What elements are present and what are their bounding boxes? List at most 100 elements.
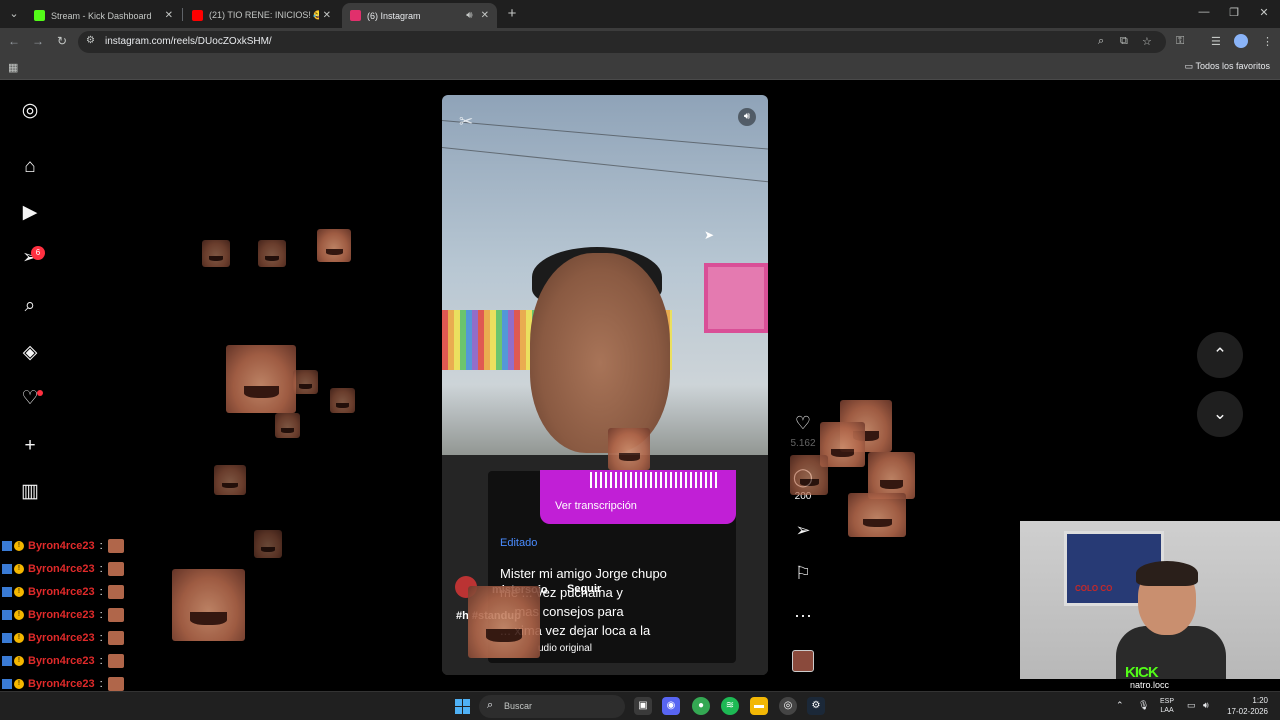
discord-icon[interactable]: ◉ [662,697,680,715]
emote-overlay [468,586,540,658]
chrome-icon[interactable]: ● [692,697,710,715]
emote-overlay [848,493,906,537]
transcript-button[interactable]: Ver transcripción [555,500,637,512]
stream-chat: ! Byron4rce23: ! Byron4rce23: ! Byron4rce23… [2,537,152,707]
extensions-icon[interactable]: ⚿ [1176,35,1184,48]
previous-reel-button[interactable]: ⌃ [1197,332,1243,378]
windows-start-icon[interactable] [455,699,470,714]
close-window-button[interactable]: ✕ [1257,6,1271,19]
reels-icon[interactable]: ▶ [18,201,42,225]
all-bookmarks-label: Todos los favoritos [1195,61,1270,71]
chat-username: Byron4rce23 [28,678,95,690]
emote-overlay [317,229,351,262]
transcript-bar[interactable]: Ver transcripción [540,470,736,524]
profile-avatar[interactable] [1234,34,1248,48]
search-icon: ⌕ [487,699,494,711]
save-icon[interactable]: ⚐ [792,562,814,584]
bookmark-star-icon[interactable]: ☆ [1142,35,1152,48]
language-layout: LAA [1160,707,1174,714]
chat-badge-icon: ! [14,633,24,643]
chat-message: ! Byron4rce23: [2,606,152,624]
tab-youtube[interactable]: (21) TIO RENE: INICIOS! 😂😂 ✕ [184,3,339,28]
poster-text: COLO CO [1075,584,1113,593]
explore-icon[interactable]: ◈ [18,341,42,365]
mouse-cursor-icon: ➤ [704,228,715,242]
share-icon[interactable]: ➢ [792,519,814,541]
chat-emote-icon [107,608,124,622]
file-explorer-icon[interactable]: ▬ [750,697,768,715]
restore-button[interactable]: ❐ [1227,6,1241,19]
back-icon[interactable]: ← [6,34,22,48]
all-bookmarks-link[interactable]: ▭ Todos los favoritos [1185,61,1270,72]
speaker-icon[interactable]: 🔊︎ [466,10,472,21]
more-options-icon[interactable]: ⋯ [792,605,814,627]
reading-list-icon[interactable]: ☰ [1211,35,1221,48]
zoom-icon[interactable]: ⌕ [1098,35,1104,48]
microphone-icon[interactable]: 🎙︎ [1138,700,1149,711]
tab-instagram[interactable]: (6) Instagram 🔊︎ ✕ [342,3,497,28]
address-bar[interactable]: ⚙ instagram.com/reels/DUocZOxkSHM/ ⌕ ⧉ ☆ [78,31,1166,53]
chat-username: Byron4rce23 [28,540,95,552]
chat-message: ! Byron4rce23: [2,537,152,555]
minimize-button[interactable]: — [1197,6,1211,18]
apps-grid-icon[interactable]: ▦ [8,61,18,74]
close-tab-icon[interactable]: ✕ [165,10,173,21]
system-clock[interactable]: 1:20 17-02-2026 [1222,695,1268,717]
language-indicator[interactable]: ESP LAA [1160,697,1174,715]
original-audio[interactable]: udio original [538,643,592,654]
spotify-icon[interactable]: ≋ [721,697,739,715]
site-info-icon[interactable]: ⚙ [86,35,95,46]
dashboard-icon[interactable]: ▥ [18,480,42,504]
caption-line: Mister mi amigo Jorge chupo [500,566,667,581]
network-icon[interactable]: ▭ [1187,700,1196,711]
chat-badge-icon: ! [14,679,24,689]
close-tab-icon[interactable]: ✕ [323,10,331,21]
chat-badge-icon [2,587,12,597]
create-icon[interactable]: + [18,434,42,458]
reload-icon[interactable]: ↻ [54,34,70,48]
edited-label: Editado [500,537,538,549]
tab-search-icon[interactable]: ⌄ [6,6,22,22]
volume-icon[interactable]: 🔊︎ [738,108,756,126]
new-tab-button[interactable]: + [505,5,519,22]
next-reel-button[interactable]: ⌄ [1197,391,1243,437]
follow-button[interactable]: Seguir [567,583,601,595]
chat-badge-icon [2,679,12,689]
chat-emote-icon [107,677,124,691]
power-line [442,120,768,150]
obs-icon[interactable]: ◎ [779,697,797,715]
kick-favicon-icon [34,10,45,21]
home-icon[interactable]: ⌂ [18,155,42,179]
tray-overflow-icon[interactable]: ⌃ [1116,700,1124,711]
power-line [442,147,768,183]
emote-overlay [172,569,245,641]
tab-bar: ⌄ Stream - Kick Dashboard ✕ (21) TIO REN… [0,0,1280,28]
steam-icon[interactable]: ⚙ [807,697,825,715]
like-icon[interactable]: ♡ [792,412,814,434]
windows-taskbar: ⌕ Buscar ▣ ◉ ● ≋ ▬ ◎ ⚙ ⌃ 🎙︎ ESP LAA ▭ 🔊︎… [0,691,1280,720]
language-code: ESP [1160,698,1175,705]
chat-badge-icon [2,610,12,620]
emote-overlay [868,452,915,499]
menu-kebab-icon[interactable]: ⋮ [1262,35,1273,48]
taskbar-search[interactable]: ⌕ Buscar [479,695,625,718]
task-view-icon[interactable]: ▣ [634,697,652,715]
audio-wave-icon [590,472,720,488]
tab-divider [182,8,183,21]
chat-colon: : [99,655,103,667]
url-text[interactable]: instagram.com/reels/DUocZOxkSHM/ [105,36,272,47]
search-icon[interactable]: ⌕ [18,294,42,318]
chat-colon: : [99,586,103,598]
kick-username: natro.locc [1130,680,1170,690]
chat-message: ! Byron4rce23: [2,652,152,670]
forward-icon[interactable]: → [30,34,46,48]
volume-icon[interactable]: 🔊︎ [1203,700,1209,711]
install-app-icon[interactable]: ⧉ [1120,35,1128,48]
emote-overlay [254,530,282,558]
audio-thumbnail[interactable] [792,650,814,672]
tab-kick-dashboard[interactable]: Stream - Kick Dashboard ✕ [26,3,181,28]
chat-badge-icon [2,656,12,666]
close-tab-icon[interactable]: ✕ [481,10,489,21]
instagram-logo-icon[interactable]: ◎ [18,99,42,123]
browser-toolbar: ← → ↻ ⚙ instagram.com/reels/DUocZOxkSHM/… [0,28,1280,56]
